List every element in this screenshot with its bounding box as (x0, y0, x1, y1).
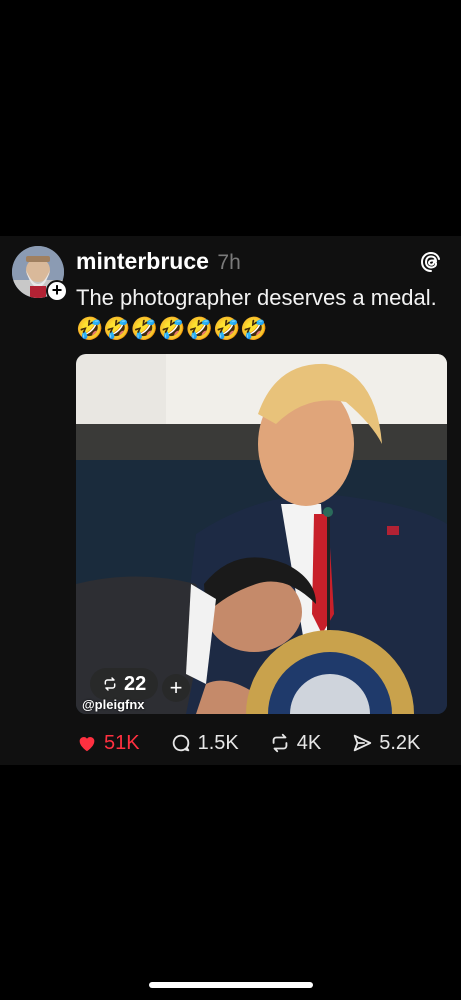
image-watermark: @pleigfnx (82, 697, 145, 712)
repost-icon (272, 733, 288, 753)
like-count: 51K (104, 731, 140, 754)
avatar-container[interactable]: + (12, 246, 68, 302)
reply-button[interactable]: 1.5K (170, 732, 239, 755)
follow-plus-icon[interactable]: + (46, 280, 68, 302)
post-header: minterbruce 7h (76, 248, 447, 276)
post-time: 7h (217, 251, 241, 274)
add-plus-button[interactable]: + (162, 674, 190, 702)
threads-logo-icon[interactable] (419, 250, 443, 274)
image-repost-pill[interactable]: 22 (90, 668, 159, 700)
like-button[interactable]: 51K (76, 732, 140, 755)
image-repost-count: 22 (124, 672, 147, 695)
post-image[interactable]: 22 + @pleigfnx (76, 354, 447, 714)
repost-count: 4K (296, 731, 322, 754)
heart-icon (79, 737, 95, 752)
reply-count: 1.5K (197, 731, 239, 754)
share-count: 5.2K (379, 731, 421, 754)
share-icon (353, 734, 372, 752)
reply-icon (172, 734, 189, 752)
post-text: The photographer deserves a medal.🤣🤣🤣🤣🤣🤣… (76, 285, 437, 341)
repost-button[interactable]: 4K (269, 732, 321, 755)
share-button[interactable]: 5.2K (351, 732, 420, 755)
username[interactable]: minterbruce (76, 248, 209, 274)
home-indicator[interactable] (149, 982, 313, 988)
post-actions: 51K 1.5K 4K 5.2K (76, 730, 450, 756)
post-card[interactable]: + minterbruce 7h The photographer deserv… (0, 236, 461, 765)
repost-icon (104, 677, 116, 691)
